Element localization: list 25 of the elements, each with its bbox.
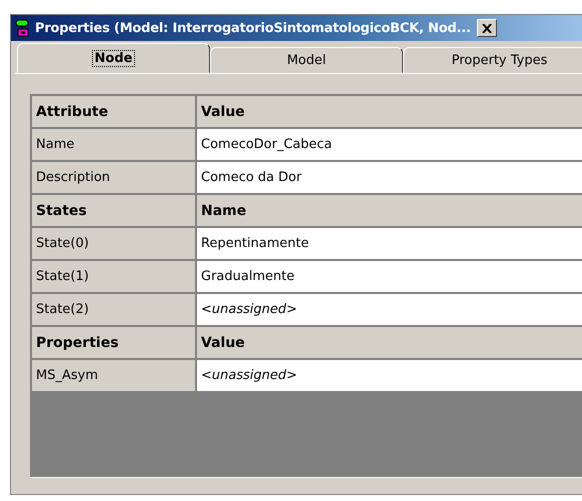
- table-cell: State(2): [32, 294, 195, 325]
- table-cell: Name: [32, 129, 195, 160]
- node-icon: [15, 19, 31, 37]
- window-title: Properties (Model: InterrogatorioSintomatologicoBCK, Nod...: [35, 20, 471, 36]
- column-header: States: [32, 195, 195, 226]
- column-header: Value: [197, 327, 582, 358]
- column-header: Properties: [32, 327, 195, 358]
- tab[interactable]: Property Types: [403, 47, 582, 73]
- table-cell[interactable]: Comeco da Dor: [197, 162, 582, 193]
- table-cell: State(0): [32, 228, 195, 259]
- tab[interactable]: Node: [17, 43, 210, 73]
- tab[interactable]: Model: [210, 47, 403, 73]
- close-button[interactable]: [476, 19, 497, 37]
- table-cell: MS_Asym: [32, 360, 195, 391]
- table-cell: Description: [32, 162, 195, 193]
- table-cell[interactable]: ComecoDor_Cabeca: [197, 129, 582, 160]
- column-header: Attribute: [32, 96, 195, 127]
- table-cell[interactable]: <unassigned>: [197, 294, 582, 325]
- table-cell[interactable]: <unassigned>: [197, 360, 582, 391]
- close-icon: [482, 24, 492, 32]
- column-header: Name: [197, 195, 582, 226]
- table-cell[interactable]: Gradualmente: [197, 261, 582, 292]
- table-cell: State(1): [32, 261, 195, 292]
- column-header: Value: [197, 96, 582, 127]
- table-cell[interactable]: Repentinamente: [197, 228, 582, 259]
